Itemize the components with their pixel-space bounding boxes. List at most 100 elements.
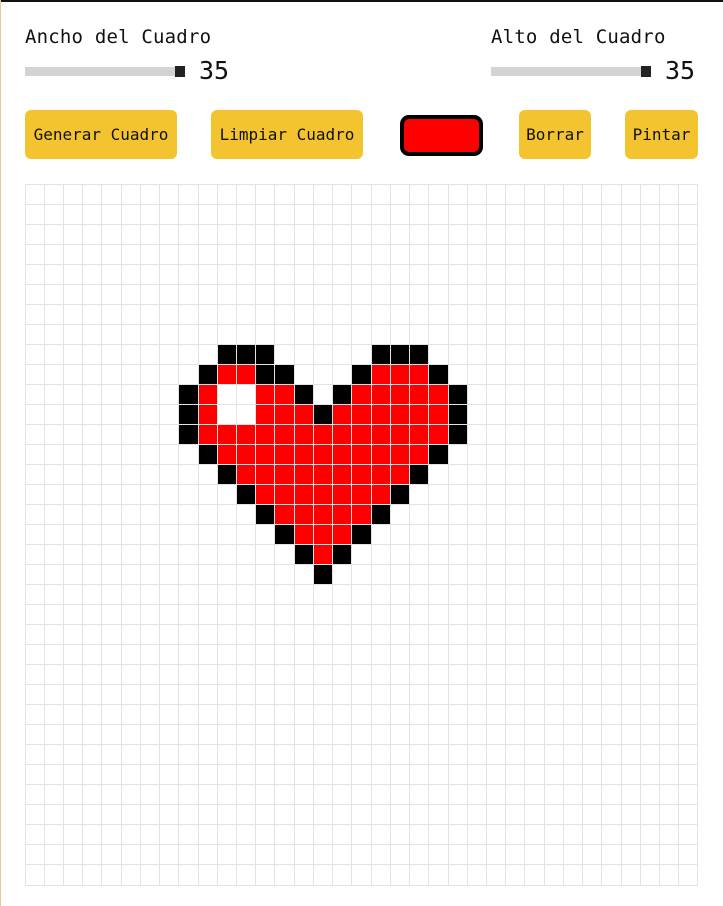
grid-cell[interactable] [101, 263, 122, 285]
grid-cell[interactable] [389, 183, 411, 205]
grid-cell[interactable] [678, 463, 699, 485]
grid-cell[interactable] [43, 403, 64, 425]
grid-cell[interactable] [601, 283, 622, 305]
grid-cell[interactable] [43, 804, 64, 826]
grid-cell[interactable] [332, 704, 353, 726]
grid-cell[interactable] [466, 764, 487, 786]
grid-cell[interactable] [43, 463, 64, 485]
grid-cell[interactable] [505, 764, 526, 786]
grid-cell[interactable] [274, 463, 295, 485]
grid-cell[interactable] [197, 483, 218, 505]
grid-cell[interactable] [82, 363, 103, 385]
grid-cell[interactable] [197, 644, 218, 666]
grid-cell[interactable] [466, 724, 487, 746]
grid-cell[interactable] [216, 544, 237, 566]
grid-cell[interactable] [389, 664, 411, 686]
grid-cell[interactable] [139, 523, 161, 545]
grid-cell[interactable] [428, 263, 449, 285]
grid-cell[interactable] [293, 503, 314, 525]
grid-cell[interactable] [678, 784, 699, 806]
grid-cell[interactable] [139, 463, 161, 485]
grid-cell[interactable] [236, 443, 257, 465]
grid-cell[interactable] [236, 684, 257, 706]
grid-cell[interactable] [62, 403, 84, 425]
grid-cell[interactable] [562, 864, 584, 886]
grid-cell[interactable] [236, 844, 257, 866]
grid-cell[interactable] [139, 243, 161, 265]
grid-cell[interactable] [485, 644, 507, 666]
grid-cell[interactable] [293, 864, 314, 886]
grid-cell[interactable] [601, 684, 622, 706]
grid-cell[interactable] [274, 644, 295, 666]
grid-cell[interactable] [389, 263, 411, 285]
grid-cell[interactable] [428, 523, 449, 545]
grid-cell[interactable] [159, 423, 180, 445]
grid-cell[interactable] [178, 764, 199, 786]
grid-cell[interactable] [524, 784, 545, 806]
grid-cell[interactable] [236, 203, 257, 225]
grid-cell[interactable] [370, 604, 391, 626]
grid-cell[interactable] [274, 483, 295, 505]
grid-cell[interactable] [562, 423, 584, 445]
grid-cell[interactable] [620, 784, 641, 806]
grid-cell[interactable] [101, 503, 122, 525]
grid-cell[interactable] [101, 624, 122, 646]
grid-cell[interactable] [293, 724, 314, 746]
grid-cell[interactable] [101, 824, 122, 846]
grid-cell[interactable] [255, 744, 276, 766]
grid-cell[interactable] [505, 183, 526, 205]
grid-cell[interactable] [543, 824, 564, 846]
grid-cell[interactable] [332, 463, 353, 485]
grid-cell[interactable] [562, 403, 584, 425]
grid-cell[interactable] [466, 223, 487, 245]
grid-cell[interactable] [678, 303, 699, 325]
grid-cell[interactable] [389, 844, 411, 866]
grid-cell[interactable] [582, 383, 603, 405]
grid-cell[interactable] [351, 243, 372, 265]
grid-cell[interactable] [659, 183, 680, 205]
grid-cell[interactable] [43, 283, 64, 305]
grid-cell[interactable] [601, 744, 622, 766]
grid-cell[interactable] [485, 403, 507, 425]
grid-cell[interactable] [24, 303, 45, 325]
grid-cell[interactable] [447, 664, 468, 686]
grid-cell[interactable] [485, 523, 507, 545]
grid-cell[interactable] [505, 323, 526, 345]
grid-cell[interactable] [101, 463, 122, 485]
grid-cell[interactable] [389, 463, 411, 485]
grid-cell[interactable] [678, 503, 699, 525]
grid-cell[interactable] [466, 784, 487, 806]
grid-cell[interactable] [62, 303, 84, 325]
grid-cell[interactable] [370, 423, 391, 445]
grid-cell[interactable] [351, 824, 372, 846]
grid-cell[interactable] [639, 824, 661, 846]
grid-cell[interactable] [447, 784, 468, 806]
grid-cell[interactable] [120, 383, 141, 405]
grid-cell[interactable] [639, 564, 661, 586]
grid-cell[interactable] [370, 584, 391, 606]
grid-cell[interactable] [351, 343, 372, 365]
grid-cell[interactable] [601, 523, 622, 545]
grid-cell[interactable] [197, 323, 218, 345]
grid-cell[interactable] [101, 684, 122, 706]
grid-cell[interactable] [351, 303, 372, 325]
grid-cell[interactable] [255, 523, 276, 545]
grid-cell[interactable] [101, 644, 122, 666]
grid-cell[interactable] [351, 383, 372, 405]
grid-cell[interactable] [24, 624, 45, 646]
grid-cell[interactable] [582, 503, 603, 525]
grid-cell[interactable] [620, 864, 641, 886]
grid-cell[interactable] [389, 303, 411, 325]
grid-cell[interactable] [582, 183, 603, 205]
grid-cell[interactable] [120, 824, 141, 846]
grid-cell[interactable] [447, 704, 468, 726]
grid-cell[interactable] [409, 183, 430, 205]
paint-button[interactable]: Pintar [625, 110, 698, 159]
grid-cell[interactable] [505, 463, 526, 485]
grid-cell[interactable] [543, 483, 564, 505]
grid-cell[interactable] [43, 624, 64, 646]
grid-cell[interactable] [582, 784, 603, 806]
grid-cell[interactable] [582, 764, 603, 786]
grid-cell[interactable] [524, 564, 545, 586]
grid-cell[interactable] [24, 503, 45, 525]
